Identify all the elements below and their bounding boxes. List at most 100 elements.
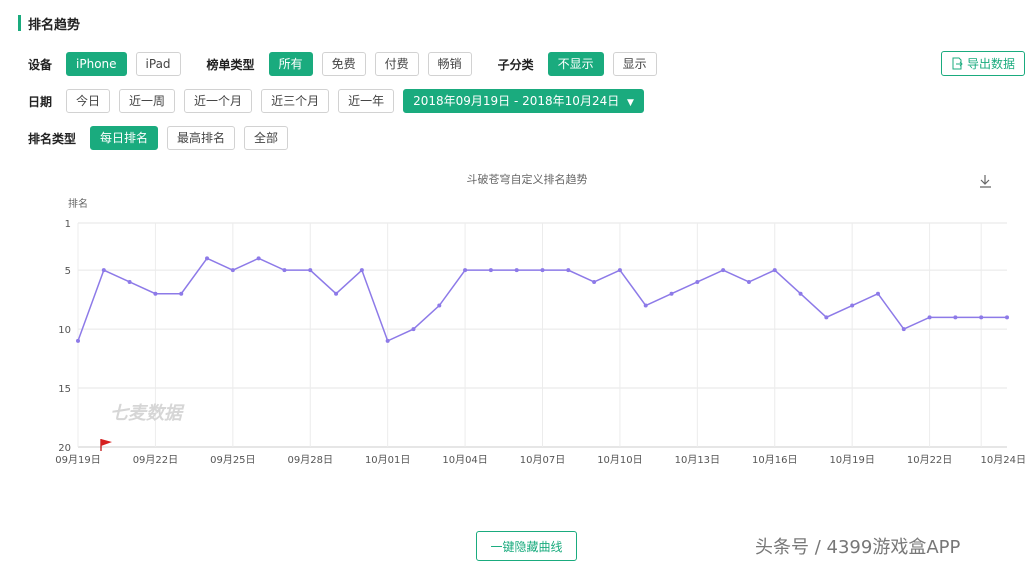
data-point[interactable] [205, 256, 210, 261]
chart-grid [77, 222, 1007, 448]
device-option-iphone[interactable]: iPhone [66, 52, 127, 76]
data-point[interactable] [772, 268, 777, 273]
rank-type-daily[interactable]: 每日排名 [90, 126, 159, 150]
data-point[interactable] [282, 268, 287, 273]
list-type-free[interactable]: 免费 [321, 52, 366, 76]
data-point[interactable] [901, 327, 906, 332]
date-option-month[interactable]: 近一个月 [184, 89, 253, 113]
sub-category-hide[interactable]: 不显示 [547, 52, 604, 76]
export-icon [952, 57, 963, 70]
data-point[interactable] [643, 303, 648, 308]
x-tick-label: 09月25日 [210, 454, 255, 466]
date-option-three-months[interactable]: 近三个月 [261, 89, 330, 113]
x-tick-label: 09月22日 [133, 454, 178, 466]
sub-category-show[interactable]: 显示 [612, 52, 657, 76]
filter-row-rank-type: 排名类型 每日排名 最高排名 全部 [28, 126, 297, 150]
device-option-ipad[interactable]: iPad [135, 52, 181, 76]
chart-title: 斗破苍穹自定义排名趋势 [467, 172, 588, 186]
data-point[interactable] [463, 268, 468, 273]
x-tick-label: 09月19日 [55, 454, 100, 466]
data-point[interactable] [514, 268, 519, 273]
date-option-week[interactable]: 近一周 [119, 89, 176, 113]
data-point[interactable] [850, 303, 855, 308]
data-point[interactable] [566, 268, 571, 273]
date-label: 日期 [28, 94, 53, 109]
rank-type-all[interactable]: 全部 [244, 126, 289, 150]
legend-label: 总榜(免费) [385, 484, 433, 485]
data-point[interactable] [1005, 315, 1009, 320]
list-type-paid[interactable]: 付费 [374, 52, 419, 76]
chevron-down-icon: ▼ [627, 98, 634, 108]
data-point[interactable] [798, 291, 803, 296]
data-point[interactable] [256, 256, 261, 261]
export-data-button[interactable]: 导出数据 [941, 51, 1025, 76]
list-type-grossing[interactable]: 畅销 [427, 52, 472, 76]
legend-label: 总榜(畅销) [476, 484, 524, 485]
data-point[interactable] [411, 327, 416, 332]
legend-item[interactable]: 游戏(免费) [535, 484, 610, 485]
data-point[interactable] [76, 338, 80, 343]
data-point[interactable] [746, 279, 751, 284]
data-point[interactable] [308, 268, 313, 273]
y-axis-ticks: 15101520 [58, 219, 71, 454]
section-title: 排名趋势 [18, 14, 81, 33]
y-tick-label: 5 [65, 266, 71, 277]
data-point[interactable] [721, 268, 726, 273]
legend-label: 游戏(畅销) [646, 484, 694, 485]
legend-label: 游戏(免费) [562, 484, 610, 485]
data-point[interactable] [953, 315, 958, 320]
rank-type-label: 排名类型 [28, 131, 77, 146]
export-data-label: 导出数据 [966, 57, 1015, 71]
data-point[interactable] [617, 268, 622, 273]
rank-type-highest[interactable]: 最高排名 [167, 126, 236, 150]
x-tick-label: 10月01日 [365, 454, 410, 466]
x-tick-label: 09月28日 [288, 454, 333, 466]
legend-item[interactable]: 总榜(畅销) [449, 484, 524, 485]
date-range-picker[interactable]: 2018年09月19日 - 2018年10月24日 ▼ [403, 89, 644, 113]
x-tick-label: 10月13日 [675, 454, 720, 466]
data-point[interactable] [927, 315, 932, 320]
data-point[interactable] [669, 291, 674, 296]
legend-item[interactable]: 总榜(免费) [358, 484, 433, 485]
section-title-text: 排名趋势 [28, 17, 81, 33]
chart-watermark: 七麦数据 [110, 403, 185, 424]
x-tick-label: 10月24日 [981, 454, 1026, 466]
chart-legend: 总榜(免费) 总榜(畅销) 游戏(免费) 游戏(畅销) [358, 484, 694, 485]
flag-icon [100, 439, 112, 451]
date-option-today[interactable]: 今日 [66, 89, 111, 113]
data-point[interactable] [824, 315, 829, 320]
filter-row-device: 设备 iPhone iPad 榜单类型 所有 免费 付费 畅销 子分类 不显示 … [28, 52, 666, 76]
data-point[interactable] [179, 291, 184, 296]
list-type-all[interactable]: 所有 [268, 52, 313, 76]
y-tick-label: 20 [58, 443, 71, 454]
device-label: 设备 [28, 57, 53, 72]
data-point[interactable] [979, 315, 984, 320]
data-point[interactable] [385, 338, 390, 343]
data-point[interactable] [127, 279, 132, 284]
data-point[interactable] [153, 291, 158, 296]
list-type-label: 榜单类型 [206, 57, 255, 72]
data-point[interactable] [359, 268, 364, 273]
x-tick-label: 10月22日 [907, 454, 952, 466]
y-tick-label: 1 [65, 219, 71, 230]
data-point[interactable] [437, 303, 442, 308]
x-axis-ticks: 09月19日 09月22日 09月25日 09月28日 10月01日 10月04日 10月0… [55, 454, 1026, 466]
data-point[interactable] [334, 291, 339, 296]
download-icon[interactable] [980, 175, 991, 188]
y-axis-label: 排名 [68, 197, 88, 210]
legend-item[interactable]: 游戏(畅销) [619, 484, 694, 485]
hide-curves-button[interactable]: 一键隐藏曲线 [476, 531, 577, 561]
data-point[interactable] [695, 279, 700, 284]
date-option-year[interactable]: 近一年 [338, 89, 395, 113]
data-point[interactable] [592, 279, 597, 284]
x-tick-label: 10月10日 [597, 454, 642, 466]
data-point[interactable] [230, 268, 235, 273]
date-range-text: 2018年09月19日 - 2018年10月24日 [413, 94, 620, 108]
title-accent-bar [18, 15, 21, 31]
data-point[interactable] [875, 291, 880, 296]
data-point[interactable] [488, 268, 493, 273]
y-tick-label: 15 [58, 384, 71, 395]
data-point[interactable] [101, 268, 106, 273]
y-tick-label: 10 [58, 325, 71, 336]
data-point[interactable] [540, 268, 545, 273]
